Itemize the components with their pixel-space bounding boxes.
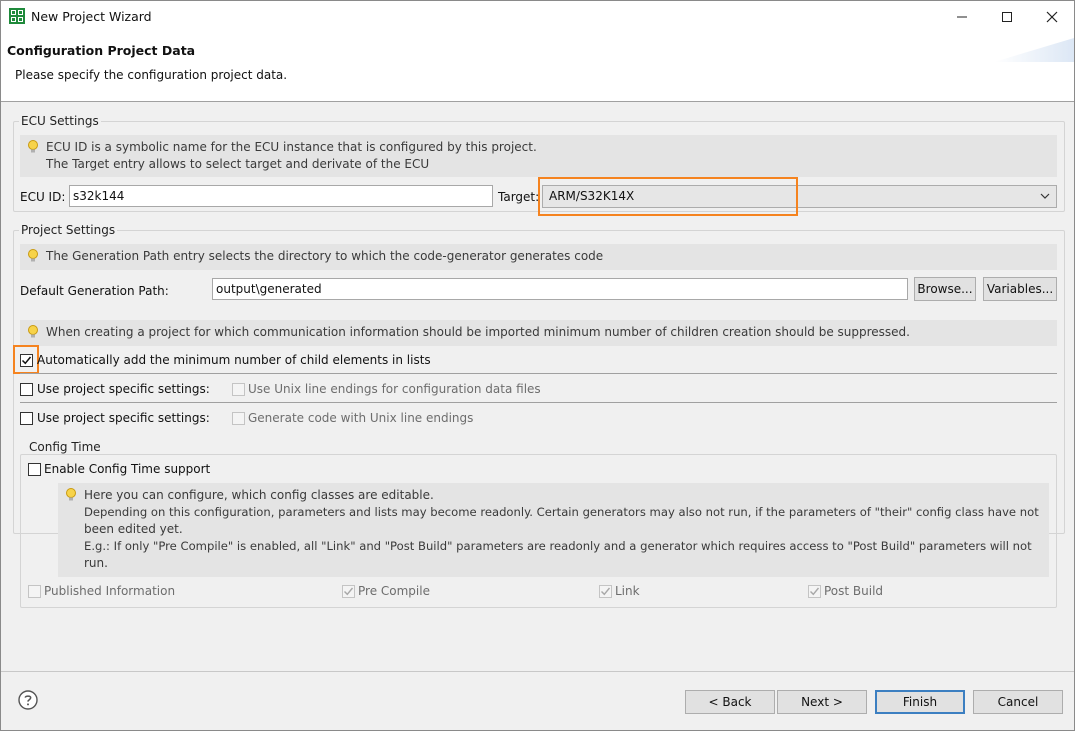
- config-time-info-line2: Depending on this configuration, paramet…: [84, 505, 1039, 519]
- config-time-info-line1: Here you can configure, which config cla…: [84, 488, 434, 502]
- unix-line-endings-label: Use Unix line endings for configuration …: [248, 382, 541, 396]
- ecu-info-box: ECU ID is a symbolic name for the ECU in…: [20, 135, 1057, 177]
- back-button[interactable]: < Back: [685, 690, 775, 714]
- link-checkbox[interactable]: [599, 585, 612, 598]
- config-time-info-box: Here you can configure, which config cla…: [58, 483, 1049, 577]
- finish-button[interactable]: Finish: [875, 690, 965, 714]
- header-decoration: [994, 38, 1074, 62]
- default-path-field[interactable]: output\generated: [212, 278, 908, 300]
- enable-config-time-checkbox[interactable]: [28, 463, 41, 476]
- generation-info-box: The Generation Path entry selects the di…: [20, 244, 1057, 270]
- ecu-id-field[interactable]: s32k144: [69, 185, 493, 207]
- link-label: Link: [615, 584, 640, 598]
- published-information-checkbox[interactable]: [28, 585, 41, 598]
- ecu-info-line2: The Target entry allows to select target…: [46, 157, 430, 171]
- children-info-text: When creating a project for which commun…: [46, 325, 910, 339]
- children-info-box: When creating a project for which commun…: [20, 320, 1057, 346]
- target-highlight-box: [538, 177, 798, 216]
- help-icon[interactable]: [18, 690, 38, 710]
- grid-app-icon: [9, 8, 25, 24]
- project-specific-checkbox-1[interactable]: [20, 383, 33, 396]
- project-settings-label: Project Settings: [19, 223, 118, 237]
- title-bar: New Project Wizard: [1, 1, 1074, 32]
- maximize-icon: [1002, 11, 1012, 22]
- post-build-checkbox[interactable]: [808, 585, 821, 598]
- ecu-settings-label: ECU Settings: [19, 114, 101, 128]
- generate-unix-checkbox[interactable]: [232, 412, 245, 425]
- generate-unix-label: Generate code with Unix line endings: [248, 411, 474, 425]
- footer-separator: [1, 671, 1074, 672]
- ecu-id-label: ECU ID:: [20, 190, 66, 204]
- page-description: Please specify the configuration project…: [15, 68, 288, 82]
- page-title: Configuration Project Data: [7, 43, 196, 58]
- pre-compile-checkbox[interactable]: [342, 585, 355, 598]
- minimize-button[interactable]: [939, 1, 985, 32]
- close-icon: [1046, 11, 1058, 22]
- lightbulb-icon: [28, 140, 38, 153]
- auto-add-highlight-box: [13, 345, 39, 374]
- project-specific-label-1: Use project specific settings:: [37, 382, 210, 396]
- pre-compile-label: Pre Compile: [358, 584, 430, 598]
- project-specific-checkbox-2[interactable]: [20, 412, 33, 425]
- checkmark-icon: [601, 587, 611, 596]
- minimize-icon: [957, 16, 967, 17]
- new-project-wizard-window: New Project Wizard Configuration Project…: [0, 0, 1075, 731]
- post-build-label: Post Build: [824, 584, 884, 598]
- close-button[interactable]: [1029, 1, 1074, 32]
- lightbulb-icon: [28, 249, 38, 262]
- lightbulb-icon: [28, 325, 38, 338]
- maximize-button[interactable]: [984, 1, 1030, 32]
- checkmark-icon: [344, 587, 354, 596]
- lightbulb-icon: [66, 488, 76, 501]
- auto-add-label: Automatically add the minimum number of …: [37, 353, 431, 367]
- wizard-content: ECU Settings ECU ID is a symbolic name f…: [1, 102, 1074, 672]
- separator: [20, 402, 1057, 403]
- config-time-label: Config Time: [27, 440, 103, 454]
- project-specific-label-2: Use project specific settings:: [37, 411, 210, 425]
- target-label: Target:: [498, 190, 540, 204]
- generation-info-text: The Generation Path entry selects the di…: [46, 249, 604, 263]
- variables-button[interactable]: Variables...: [983, 277, 1057, 301]
- next-button[interactable]: Next >: [777, 690, 867, 714]
- config-time-info-line5: run.: [84, 556, 108, 570]
- config-time-info-line4: E.g.: If only "Pre Compile" is enabled, …: [84, 539, 1032, 553]
- window-title: New Project Wizard: [31, 9, 152, 24]
- published-information-label: Published Information: [44, 584, 176, 598]
- enable-config-time-label: Enable Config Time support: [44, 462, 211, 476]
- ecu-info-line1: ECU ID is a symbolic name for the ECU in…: [46, 140, 537, 154]
- cancel-button[interactable]: Cancel: [973, 690, 1063, 714]
- unix-line-endings-checkbox[interactable]: [232, 383, 245, 396]
- browse-button[interactable]: Browse...: [914, 277, 976, 301]
- config-time-info-line3: been edited yet.: [84, 522, 183, 536]
- default-path-label: Default Generation Path:: [20, 284, 169, 298]
- separator: [20, 373, 1057, 374]
- chevron-down-icon: [1040, 193, 1050, 199]
- wizard-header: Configuration Project Data Please specif…: [1, 32, 1074, 102]
- checkmark-icon: [810, 587, 820, 596]
